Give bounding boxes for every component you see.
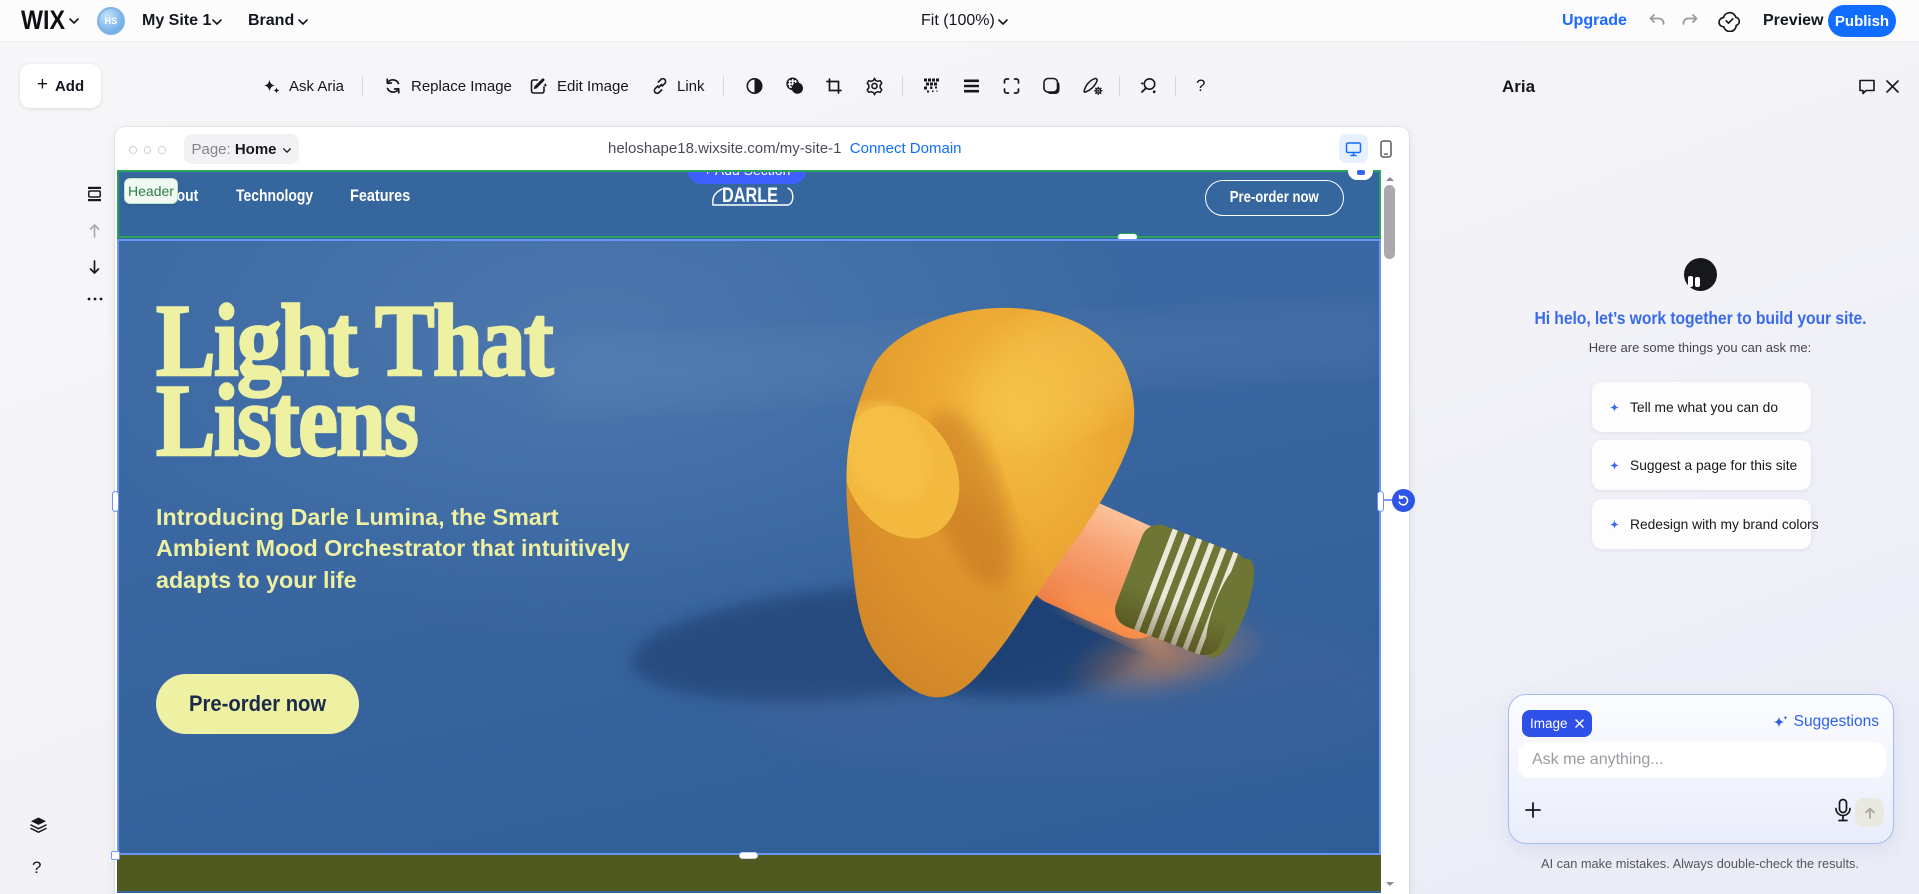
svg-text:WIX: WIX: [21, 9, 65, 33]
